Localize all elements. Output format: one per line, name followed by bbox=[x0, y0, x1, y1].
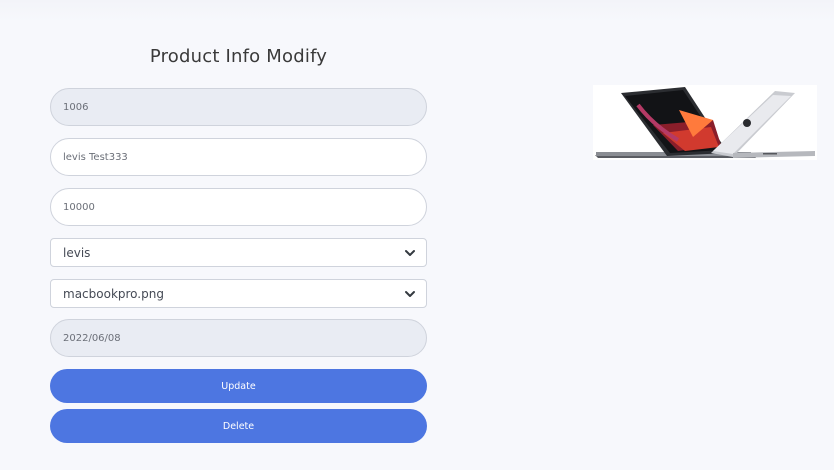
page-title: Product Info Modify bbox=[149, 46, 328, 67]
price-field[interactable]: 10000 bbox=[50, 188, 427, 226]
price-value: 10000 bbox=[63, 201, 95, 213]
product-image bbox=[593, 85, 817, 160]
product-id-field[interactable]: 1006 bbox=[50, 88, 427, 126]
top-bar bbox=[0, 0, 834, 22]
date-field[interactable]: 2022/06/08 bbox=[50, 319, 427, 357]
product-name-value: levis Test333 bbox=[63, 151, 128, 163]
brand-select-value: levis bbox=[63, 245, 91, 260]
chevron-down-icon bbox=[404, 247, 416, 259]
product-id-value: 1006 bbox=[63, 101, 89, 113]
update-button[interactable]: Update bbox=[50, 369, 427, 403]
product-name-field[interactable]: levis Test333 bbox=[50, 138, 427, 176]
image-file-select[interactable]: macbookpro.png bbox=[50, 279, 427, 308]
delete-button[interactable]: Delete bbox=[50, 409, 427, 443]
chevron-down-icon bbox=[404, 288, 416, 300]
date-value: 2022/06/08 bbox=[63, 332, 121, 344]
brand-select[interactable]: levis bbox=[50, 238, 427, 267]
image-file-select-value: macbookpro.png bbox=[63, 286, 164, 301]
